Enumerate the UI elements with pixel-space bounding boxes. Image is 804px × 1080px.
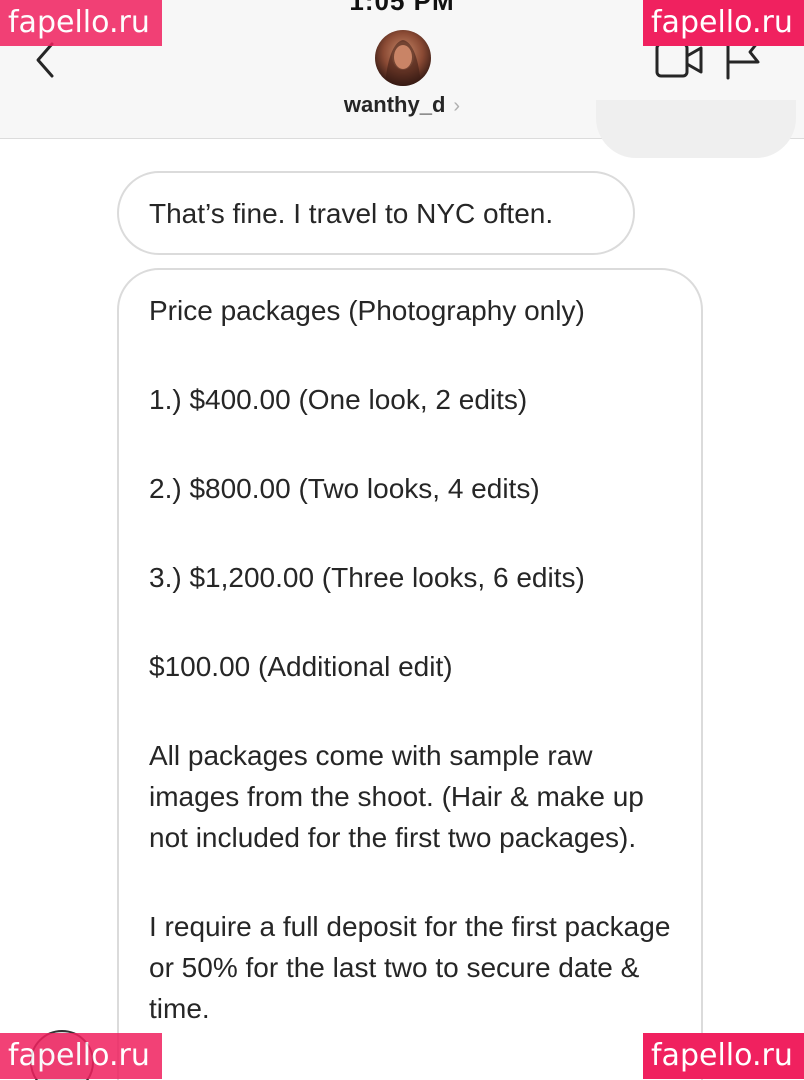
chevron-right-icon: ›	[453, 95, 461, 117]
received-message-bubble[interactable]: That’s fine. I travel to NYC often.	[117, 171, 635, 255]
received-message-bubble[interactable]: Price packages (Photography only) 1.) $4…	[117, 268, 703, 1080]
dm-thread-screen: 1:05 PM wanthy_d › That’s fine. I travel…	[0, 0, 804, 1080]
username-label: wanthy_d	[343, 92, 446, 117]
sent-message-bubble[interactable]	[596, 100, 796, 158]
message-paragraph: 2.) $800.00 (Two looks, 4 edits)	[149, 473, 540, 504]
watermark: fapello.ru	[643, 0, 804, 46]
message-paragraph: All packages come with sample raw images…	[149, 740, 644, 853]
message-text: That’s fine. I travel to NYC often.	[149, 198, 554, 229]
message-paragraph: Price packages (Photography only)	[149, 295, 585, 326]
profile-avatar[interactable]	[375, 30, 431, 86]
watermark: fapello.ru	[643, 1033, 804, 1079]
message-paragraph: 1.) $400.00 (One look, 2 edits)	[149, 384, 528, 415]
message-paragraph: I require a full deposit for the first p…	[149, 911, 671, 1024]
message-paragraph: 3.) $1,200.00 (Three looks, 6 edits)	[149, 562, 585, 593]
avatar-image	[385, 40, 421, 86]
watermark: fapello.ru	[0, 1033, 162, 1079]
message-paragraph: $100.00 (Additional edit)	[149, 651, 453, 682]
watermark: fapello.ru	[0, 0, 162, 46]
